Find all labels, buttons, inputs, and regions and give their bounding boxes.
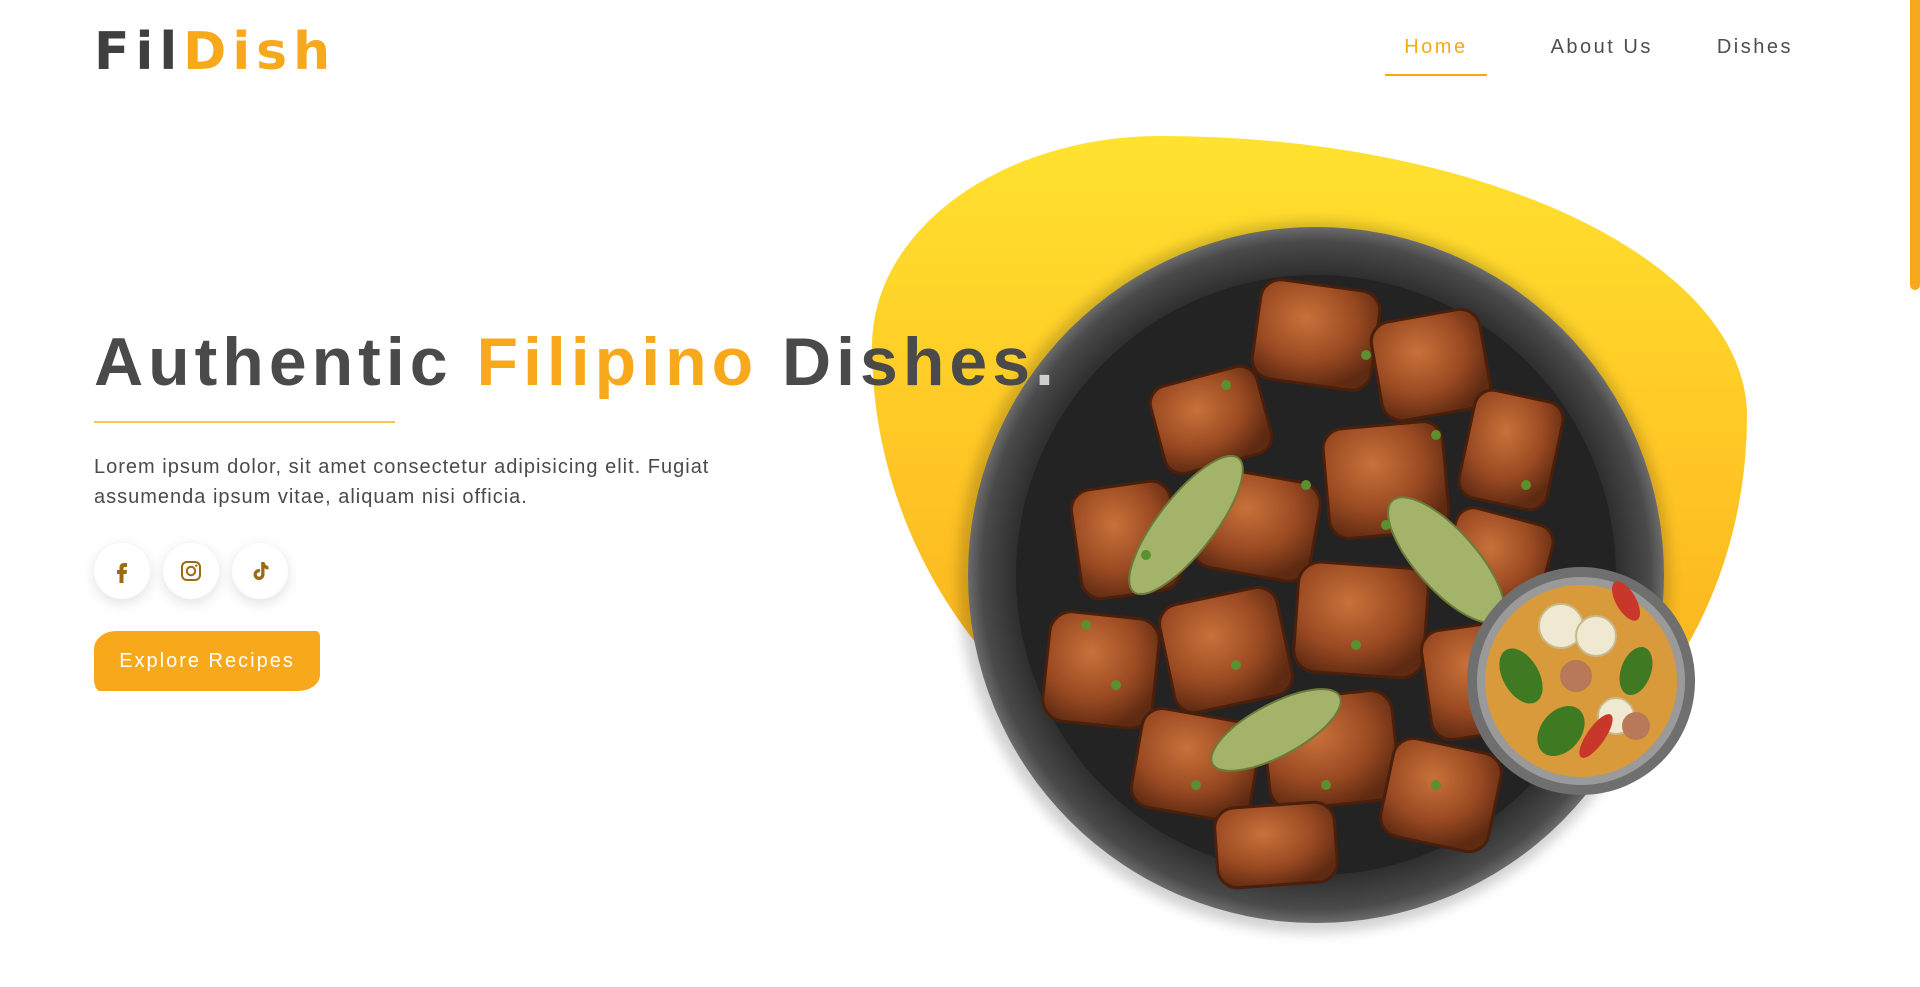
logo-part-fil: Fil — [94, 22, 184, 82]
tiktok-icon — [253, 562, 269, 580]
title-underline — [94, 421, 395, 423]
hero-title: Authentic Filipino Dishes. — [94, 322, 1059, 402]
scrollbar-thumb[interactable] — [1910, 0, 1920, 290]
facebook-button[interactable] — [94, 543, 150, 599]
hero-title-dot: . — [1035, 324, 1059, 400]
hero-title-accent: Filipino — [476, 324, 759, 400]
tiktok-button[interactable] — [232, 543, 288, 599]
nav-item-about-us[interactable]: About Us — [1551, 36, 1653, 59]
hero-title-part1: Authentic — [94, 324, 477, 400]
instagram-button[interactable] — [163, 543, 219, 599]
brand-logo[interactable]: FilDish — [94, 22, 336, 82]
social-links — [94, 543, 301, 599]
logo-part-dish: Dish — [183, 22, 337, 82]
instagram-icon — [181, 561, 201, 581]
hero-description: Lorem ipsum dolor, sit amet consectetur … — [94, 456, 710, 508]
main-nav: Home About Us Dishes — [1385, 36, 1793, 76]
nav-item-dishes[interactable]: Dishes — [1717, 36, 1793, 59]
facebook-icon — [117, 563, 127, 583]
side-dish-image — [1467, 567, 1695, 795]
explore-recipes-button[interactable]: Explore Recipes — [94, 631, 320, 691]
hero-title-part2: Dishes — [758, 324, 1036, 400]
nav-item-home[interactable]: Home — [1385, 36, 1487, 76]
page-scrollbar[interactable] — [1910, 0, 1920, 987]
